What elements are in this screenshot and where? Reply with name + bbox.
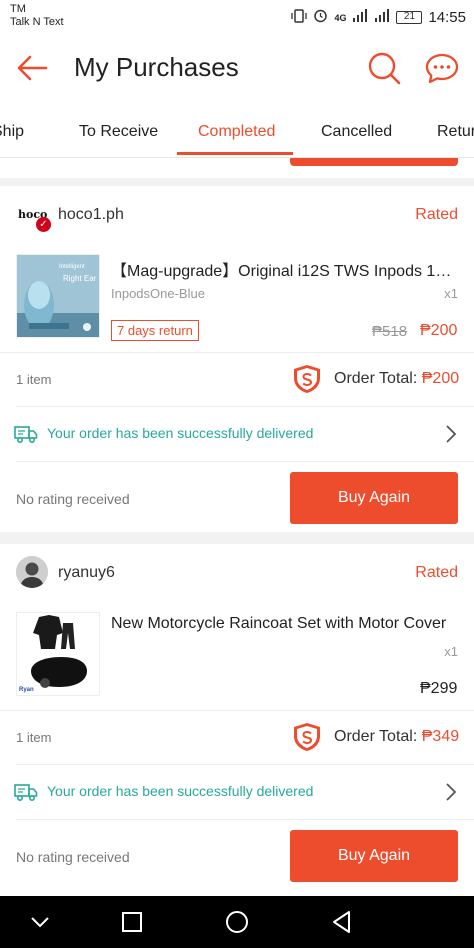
battery-icon: 21	[396, 11, 423, 24]
arrow-left-icon	[17, 55, 48, 81]
shop-row[interactable]: ryanuy6 Rated	[0, 544, 474, 604]
previous-buy-again-button[interactable]	[290, 158, 458, 166]
product-name[interactable]: 【Mag-upgrade】Original i12S TWS Inpods 12…	[111, 257, 457, 281]
signal-icon-2	[374, 8, 390, 27]
tab-to-receive[interactable]: To Receive	[79, 112, 158, 157]
clock: 14:55	[428, 9, 466, 26]
recents-button[interactable]	[118, 908, 146, 936]
shipping-status-row[interactable]: Your order has been successfully deliver…	[0, 407, 474, 461]
shipping-status-text: Your order has been successfully deliver…	[47, 425, 314, 441]
page-title: My Purchases	[74, 52, 239, 82]
shopee-guarantee-icon	[294, 365, 320, 393]
order-status: Rated	[415, 206, 458, 223]
product-image: Ryan	[16, 612, 100, 696]
triangle-back-icon	[333, 911, 350, 933]
shop-name: ryanuy6	[58, 564, 115, 581]
rating-status: No rating received	[16, 491, 130, 507]
circle-icon	[226, 911, 248, 933]
tab-return[interactable]: Return	[437, 112, 474, 157]
tab-to-ship[interactable]: Ship	[0, 112, 24, 157]
home-button[interactable]	[223, 908, 251, 936]
system-back-button[interactable]	[328, 908, 356, 936]
shop-logo: hoco ✓	[16, 204, 52, 234]
product-variation: InpodsOne-Blue	[111, 286, 205, 301]
order-total-label: Order Total:	[334, 370, 418, 387]
signal-icon	[352, 8, 368, 27]
chat-button[interactable]	[424, 50, 460, 86]
truck-icon	[14, 784, 38, 802]
product-price: ₱299	[420, 680, 458, 697]
truck-icon	[14, 426, 38, 444]
buy-again-button[interactable]: Buy Again	[290, 472, 458, 524]
product-image: Intelligent Right Ear	[16, 254, 100, 338]
system-nav-bar	[0, 896, 474, 948]
chevron-right-icon	[446, 425, 457, 443]
vibrate-icon	[291, 8, 308, 27]
order-total-label: Order Total:	[334, 728, 418, 745]
return-badge: 7 days return	[111, 320, 199, 341]
order-card[interactable]: ryanuy6 Rated Ryan New Motorcycle Rainco…	[0, 544, 474, 896]
chevron-down-icon	[31, 917, 49, 928]
hide-nav-button[interactable]	[26, 908, 54, 936]
shop-name: hoco1.ph	[58, 206, 124, 223]
raincoat-image	[17, 613, 99, 695]
carrier-info: TM Talk N Text	[10, 3, 64, 29]
app-bar: My Purchases	[0, 36, 474, 100]
carrier-subname: Talk N Text	[10, 16, 64, 28]
status-bar: TM Talk N Text 4G 21 14:55	[0, 0, 474, 36]
image-caption-2: Right Ear	[63, 274, 97, 283]
network-type: 4G	[334, 12, 347, 23]
chat-icon	[425, 53, 459, 84]
item-count: 1 item	[16, 372, 52, 387]
order-total-amount: ₱200	[421, 370, 460, 387]
rating-status: No rating received	[16, 849, 130, 865]
chevron-right-icon	[446, 783, 457, 801]
order-status: Rated	[415, 564, 458, 581]
previous-order-card	[0, 158, 474, 178]
square-icon	[122, 912, 142, 932]
tab-cancelled[interactable]: Cancelled	[321, 112, 392, 157]
shopee-guarantee-icon	[294, 723, 320, 751]
divider	[0, 710, 474, 711]
search-icon	[368, 52, 401, 85]
order-total: Order Total: ₱349	[334, 728, 459, 746]
back-button[interactable]	[14, 50, 50, 86]
product-quantity: x1	[444, 644, 458, 659]
order-list[interactable]: hoco ✓ hoco1.ph Rated Intelligent Right …	[0, 158, 474, 896]
verified-check-icon: ✓	[36, 217, 51, 232]
order-total: Order Total: ₱200	[334, 370, 459, 388]
shipping-status-row[interactable]: Your order has been successfully deliver…	[0, 765, 474, 819]
item-count: 1 item	[16, 730, 52, 745]
original-price: ₱518	[372, 323, 408, 340]
buy-again-button[interactable]: Buy Again	[290, 830, 458, 882]
product-quantity: x1	[444, 286, 458, 301]
shop-row[interactable]: hoco ✓ hoco1.ph Rated	[0, 186, 474, 246]
carrier-name: TM	[10, 3, 26, 15]
alarm-icon	[313, 8, 328, 27]
image-caption: Intelligent	[59, 264, 85, 270]
product-price: ₱200	[420, 322, 458, 339]
shipping-status-text: Your order has been successfully deliver…	[47, 783, 314, 799]
order-card[interactable]: hoco ✓ hoco1.ph Rated Intelligent Right …	[0, 186, 474, 532]
avatar	[16, 556, 48, 588]
status-icons: 4G 21 14:55	[291, 8, 466, 27]
search-button[interactable]	[366, 50, 402, 86]
divider	[16, 461, 474, 462]
divider	[16, 819, 474, 820]
product-name[interactable]: New Motorcycle Raincoat Set with Motor C…	[111, 615, 457, 633]
order-total-amount: ₱349	[421, 728, 460, 745]
image-caption: Ryan	[19, 687, 34, 693]
active-tab-indicator	[177, 152, 293, 155]
divider	[0, 352, 474, 353]
